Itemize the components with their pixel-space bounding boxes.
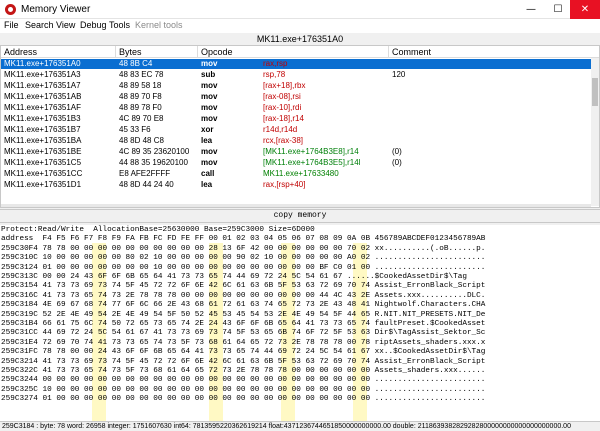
hex-row[interactable]: 259C3214 41 73 73 69 73 74 5F 45 72 72 6… bbox=[1, 358, 485, 367]
disasm-row[interactable]: MK11.exe+176351B7 45 33 F6 xor r14d,r14d bbox=[1, 125, 599, 135]
menu-file[interactable]: File bbox=[4, 20, 19, 30]
hex-row[interactable]: 259C319C 52 2E 4E 49 54 2E 4E 49 54 5F 5… bbox=[1, 311, 485, 320]
hex-row[interactable]: 259C3274 01 00 00 00 00 00 00 00 00 00 0… bbox=[1, 395, 485, 404]
menu-tools[interactable]: Tools bbox=[109, 20, 130, 30]
status-bar: 259C3184 : byte: 78 word: 26958 integer:… bbox=[0, 421, 600, 431]
hex-row[interactable]: 259C322C 41 73 73 65 74 73 5F 73 68 61 6… bbox=[1, 367, 485, 376]
maximize-button[interactable]: ☐ bbox=[543, 0, 573, 19]
hex-row[interactable]: 259C31B4 66 61 75 6C 74 50 72 65 73 65 7… bbox=[1, 320, 485, 329]
menu-debug[interactable]: Debug bbox=[80, 20, 107, 30]
hex-row-selected[interactable]: 259C3184 4E 69 67 68 74 77 6F 6C 66 2E 4… bbox=[1, 301, 485, 310]
hex-header: address F4 F5 F6 F7 F8 F9 FA FB FC FD FE… bbox=[1, 235, 486, 244]
hex-row[interactable]: 259C310C 10 00 00 00 00 00 80 02 10 00 0… bbox=[1, 254, 485, 263]
title-bar: Memory Viewer — ☐ ✕ bbox=[0, 0, 600, 19]
disasm-row[interactable]: MK11.exe+176351B3 4C 89 70 E8 mov [rax-1… bbox=[1, 114, 599, 124]
hex-row[interactable]: 259C3244 00 00 00 00 00 00 00 00 00 00 0… bbox=[1, 376, 485, 385]
disasm-row[interactable]: MK11.exe+176351CC E8 AFE2FFFF call MK11.… bbox=[1, 169, 599, 179]
hex-row[interactable]: 259C325C 10 00 00 00 00 00 00 00 00 00 0… bbox=[1, 386, 485, 395]
hex-row[interactable]: 259C31FC 78 78 00 00 24 43 6F 6F 6B 65 6… bbox=[1, 348, 485, 357]
hex-row[interactable]: 259C313C 00 00 24 43 6F 6F 6B 65 64 41 7… bbox=[1, 273, 467, 282]
disasm-row[interactable]: MK11.exe+176351AB 48 89 70 F8 mov [rax-0… bbox=[1, 92, 599, 102]
disasm-row[interactable]: MK11.exe+176351D1 48 8D 44 24 40 lea rax… bbox=[1, 180, 599, 190]
cheat-engine-icon bbox=[5, 4, 16, 15]
menu-view[interactable]: View bbox=[56, 20, 75, 30]
column-comment[interactable]: Comment bbox=[392, 47, 431, 57]
close-button[interactable]: ✕ bbox=[570, 0, 600, 19]
hex-row[interactable]: 259C30F4 78 78 00 00 00 00 00 00 00 00 0… bbox=[1, 245, 485, 254]
column-address[interactable]: Address bbox=[4, 47, 37, 57]
disasm-row[interactable]: MK11.exe+176351C5 44 88 35 19620100 mov … bbox=[1, 158, 599, 168]
copy-memory-button[interactable]: copy memory bbox=[0, 209, 600, 223]
scrollbar-thumb[interactable] bbox=[592, 78, 598, 106]
disasm-row[interactable]: MK11.exe+176351BE 4C 89 35 23620100 mov … bbox=[1, 147, 599, 157]
menu-search[interactable]: Search bbox=[25, 20, 54, 30]
hex-row[interactable]: 259C3124 01 00 00 00 00 00 00 00 10 00 0… bbox=[1, 264, 485, 273]
hex-row[interactable]: 259C31E4 72 69 70 74 41 73 73 65 74 73 5… bbox=[1, 339, 485, 348]
column-opcode[interactable]: Opcode bbox=[201, 47, 233, 57]
hex-view[interactable]: Protect:Read/Write AllocationBase=256300… bbox=[0, 225, 600, 421]
disasm-row[interactable]: MK11.exe+176351A0 48 8B C4 mov rax,rsp bbox=[1, 59, 599, 69]
current-module-label: MK11.exe+176351A0 bbox=[0, 33, 600, 45]
disassembler-header: Address Bytes Opcode Comment bbox=[1, 46, 599, 58]
column-bytes[interactable]: Bytes bbox=[119, 47, 142, 57]
menu-bar: File Search View Debug Tools Kernel tool… bbox=[0, 19, 600, 33]
minimize-button[interactable]: — bbox=[516, 0, 546, 19]
disasm-row[interactable]: MK11.exe+176351A7 48 89 58 18 mov [rax+1… bbox=[1, 81, 599, 91]
disasm-row[interactable]: MK11.exe+176351BA 48 8D 48 C8 lea rcx,[r… bbox=[1, 136, 599, 146]
hex-row[interactable]: 259C31CC 44 69 72 24 5C 54 61 67 41 73 7… bbox=[1, 329, 485, 338]
hex-info-line: Protect:Read/Write AllocationBase=256300… bbox=[1, 226, 315, 234]
menu-kernel-tools[interactable]: Kernel tools bbox=[135, 20, 183, 30]
disasm-row[interactable]: MK11.exe+176351AF 48 89 78 F0 mov [rax-1… bbox=[1, 103, 599, 113]
disasm-vertical-scrollbar[interactable] bbox=[591, 58, 599, 206]
hex-row[interactable]: 259C3154 41 73 73 69 73 74 5F 45 72 72 6… bbox=[1, 282, 485, 291]
disasm-horizontal-scrollbar[interactable] bbox=[1, 204, 591, 207]
window-title: Memory Viewer bbox=[21, 4, 91, 15]
disassembler-view[interactable]: Address Bytes Opcode Comment MK11.exe+17… bbox=[0, 45, 600, 208]
hex-row[interactable]: 259C316C 41 73 73 65 74 73 2E 78 78 78 0… bbox=[1, 292, 485, 301]
disasm-row[interactable]: MK11.exe+176351A3 48 83 EC 78 sub rsp,78… bbox=[1, 70, 599, 80]
